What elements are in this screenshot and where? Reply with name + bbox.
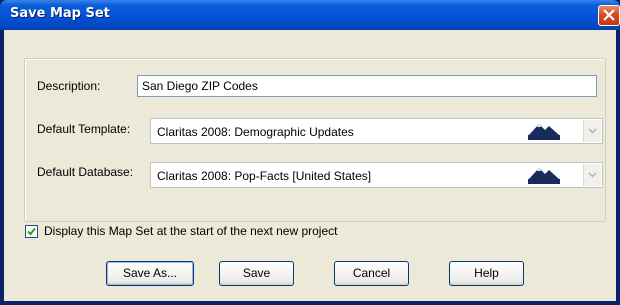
default-database-label: Default Database:	[37, 165, 134, 179]
help-button[interactable]: Help	[449, 261, 524, 286]
template-dropdown-button[interactable]	[583, 120, 601, 142]
description-input[interactable]: San Diego ZIP Codes	[137, 75, 597, 97]
checkmark-icon	[27, 227, 36, 236]
default-template-label: Default Template:	[37, 122, 131, 136]
save-button[interactable]: Save	[219, 261, 294, 286]
description-label: Description:	[37, 79, 101, 93]
claritas-logo-icon	[527, 165, 561, 185]
title-bar[interactable]: Save Map Set	[0, 0, 620, 30]
chevron-down-icon	[588, 128, 597, 134]
display-map-set-checkbox[interactable]	[25, 225, 38, 238]
save-as-button[interactable]: Save As...	[106, 261, 194, 286]
close-button[interactable]	[598, 5, 620, 26]
cancel-button[interactable]: Cancel	[334, 261, 409, 286]
dialog-title: Save Map Set	[10, 6, 110, 21]
default-database-value: Claritas 2008: Pop-Facts [United States]	[157, 169, 372, 183]
display-map-set-label[interactable]: Display this Map Set at the start of the…	[44, 224, 337, 238]
database-dropdown-button[interactable]	[583, 164, 601, 186]
default-template-select[interactable]: Claritas 2008: Demographic Updates	[150, 118, 603, 144]
default-database-select[interactable]: Claritas 2008: Pop-Facts [United States]	[150, 162, 603, 188]
dialog-body: Description: San Diego ZIP Codes Default…	[4, 30, 616, 301]
close-icon	[603, 9, 615, 21]
chevron-down-icon	[588, 172, 597, 178]
claritas-logo-icon	[527, 121, 561, 141]
save-map-set-dialog: Save Map Set Description: San Diego ZIP …	[0, 0, 620, 305]
default-template-value: Claritas 2008: Demographic Updates	[157, 125, 354, 139]
